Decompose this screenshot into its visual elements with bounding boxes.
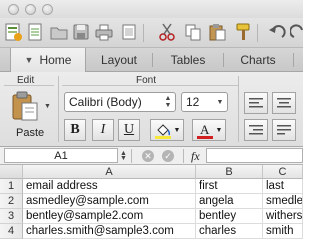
column-header-c[interactable]: C [263,165,303,179]
cell-c3[interactable]: withers [263,209,303,224]
row-header-3[interactable]: 3 [0,209,23,224]
new-document-icon[interactable] [24,21,46,43]
paste-button[interactable]: ▼ Paste [8,89,52,141]
cell-b1[interactable]: first [196,179,263,194]
insert-function-button[interactable]: fx [191,149,200,164]
align-left-button[interactable] [244,92,268,114]
column-header-b-label: B [225,165,233,178]
ribbon-tab-bar: ▼ Home Layout Tables Charts [0,48,303,72]
cut-icon[interactable] [156,21,178,43]
title-bar [0,0,303,18]
indent-button[interactable] [244,119,268,141]
clipboard-icon [12,91,38,121]
zoom-window-button[interactable] [42,4,53,15]
tab-home[interactable]: ▼ Home [10,48,86,72]
bold-button[interactable]: B [64,119,86,141]
tab-tables[interactable]: Tables [154,48,222,72]
standard-toolbar [0,18,303,48]
tab-charts[interactable]: Charts [226,48,290,72]
minimize-window-button[interactable] [25,4,36,15]
column-header-a[interactable]: A [23,165,196,179]
copy-icon[interactable] [182,21,204,43]
align-center-button[interactable] [272,92,296,114]
row-header-1-label: 1 [7,180,15,192]
underline-button[interactable]: U [118,119,140,141]
wrap-button[interactable] [272,119,296,141]
font-size-value: 12 [186,95,200,109]
collapse-triangle-icon: ▼ [24,55,34,65]
font-size-dropdown-icon: ▼ [216,98,224,106]
font-name-select[interactable]: Calibri (Body) ▲ ▼ [64,92,176,112]
cell-a2[interactable]: asmedley@sample.com [23,194,196,209]
align-left-icon [249,98,263,108]
paste-icon[interactable] [206,21,228,43]
new-from-template-icon[interactable] [2,21,24,43]
cell-a3[interactable]: bentley@sample2.com [23,209,196,224]
close-window-button[interactable] [8,4,19,15]
tab-home-label: Home [39,53,72,67]
name-box-dropdown-icon-down: ▼ [120,155,127,162]
cell-a1[interactable]: email address [23,179,196,194]
paint-bucket-icon [154,124,171,139]
cell-c1[interactable]: last [263,179,303,194]
font-color-dropdown-icon: ▼ [215,126,223,134]
cell-b3[interactable]: bentley [196,209,263,224]
italic-button[interactable]: I [92,119,114,141]
column-header-b[interactable]: B [196,165,263,179]
row-header-2[interactable]: 2 [0,194,23,209]
font-color-icon: A [196,122,213,139]
row-header-2-label: 2 [7,195,15,207]
cell-a4[interactable]: charles.smith@sample3.com [23,224,196,239]
column-header-a-label: A [105,165,113,178]
redo-icon[interactable] [287,21,309,43]
import-icon[interactable] [118,21,140,43]
underline-label: U [123,122,135,137]
fill-color-dropdown-icon: ▼ [173,126,181,134]
row-header-4[interactable]: 4 [0,224,23,239]
undo-icon[interactable] [266,21,288,43]
row-header-4-label: 4 [7,225,15,237]
cell-c2[interactable]: smedley [263,194,303,209]
cell-b2[interactable]: angela [196,194,263,209]
format-painter-icon[interactable] [232,21,254,43]
paste-dropdown-icon: ▼ [44,103,51,110]
indent-icon [249,125,263,135]
paste-label: Paste [16,127,45,139]
svg-text:A: A [200,122,210,137]
ribbon-home: Edit ▼ Paste Font Calibri (Body) ▲ ▼ 12 ▼… [0,72,303,147]
open-folder-icon[interactable] [48,21,70,43]
tab-layout-label: Layout [100,53,138,67]
font-name-dropdown-icon: ▲ ▼ [164,95,172,109]
print-icon[interactable] [93,21,115,43]
formula-bar: A1 ▲ ▼ ✕ ✓ fx [0,147,303,165]
name-box[interactable]: A1 [4,148,118,163]
formula-input[interactable] [206,148,303,163]
font-name-value: Calibri (Body) [69,95,142,109]
font-size-select[interactable]: 12 ▼ [181,92,228,112]
save-icon[interactable] [70,21,92,43]
worksheet-grid: A B C 1 email address first last 2 asmed… [0,165,303,241]
cell-b4[interactable]: charles [196,224,263,239]
font-color-button[interactable]: A ▼ [192,119,226,141]
align-center-icon [277,98,291,108]
tab-tables-label: Tables [170,53,206,67]
tab-charts-label: Charts [240,53,276,67]
row-header-3-label: 3 [7,210,15,222]
bold-label: B [70,122,80,137]
name-box-value: A1 [54,149,68,162]
confirm-entry-icon[interactable]: ✓ [162,150,174,162]
italic-label: I [100,122,106,137]
tab-layout[interactable]: Layout [88,48,150,72]
row-header-1[interactable]: 1 [0,179,23,194]
cancel-entry-icon[interactable]: ✕ [142,150,154,162]
column-header-c-label: C [278,165,287,178]
fill-color-button[interactable]: ▼ [150,119,184,141]
wrap-icon [277,125,291,135]
select-all-corner[interactable] [0,165,23,179]
cell-c4[interactable]: smith [263,224,303,239]
